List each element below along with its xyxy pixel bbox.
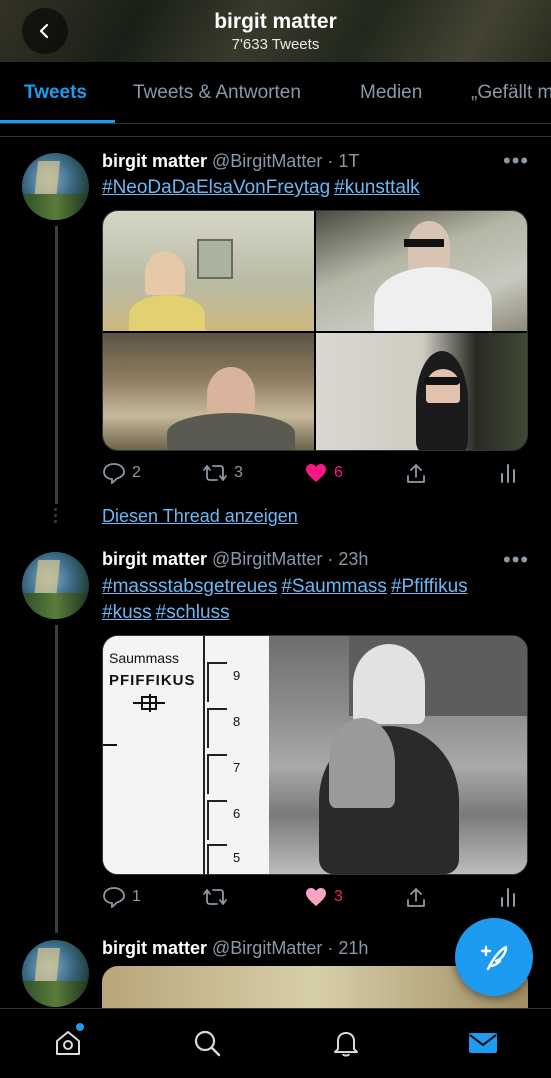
tweet-header: birgit matter @BirgitMatter · 21h bbox=[102, 938, 368, 959]
media-image[interactable] bbox=[103, 333, 314, 450]
author-handle-time: @BirgitMatter · 23h bbox=[212, 549, 369, 569]
analytics-button[interactable] bbox=[498, 886, 518, 908]
avatar[interactable] bbox=[22, 153, 89, 220]
like-button[interactable]: 3 bbox=[304, 886, 343, 908]
tab-tweets-and-replies[interactable]: Tweets & Antworten bbox=[133, 82, 301, 104]
author-name[interactable]: birgit matter bbox=[102, 938, 207, 958]
thread-line bbox=[55, 625, 58, 933]
home-icon bbox=[56, 1031, 80, 1055]
tweet-text: #NeoDaDaElsaVonFreytag #kunsttalk bbox=[102, 175, 532, 201]
thread-dots bbox=[54, 508, 58, 526]
bell-icon bbox=[334, 1032, 358, 1057]
analytics-button[interactable] bbox=[498, 462, 518, 484]
nav-notifications[interactable] bbox=[330, 1027, 362, 1059]
like-button[interactable]: 6 bbox=[304, 462, 343, 484]
nav-home[interactable] bbox=[52, 1027, 84, 1059]
reply-count: 2 bbox=[132, 464, 141, 481]
tweet-header: birgit matter @BirgitMatter · 1T bbox=[102, 151, 359, 172]
hashtag-link[interactable]: #NeoDaDaElsaVonFreytag bbox=[102, 177, 330, 198]
ruler-number: 6 bbox=[233, 806, 241, 821]
tweet-actions: 1 3 bbox=[102, 886, 528, 912]
ruler-number: 9 bbox=[233, 668, 241, 683]
like-count: 3 bbox=[334, 888, 343, 905]
nav-messages[interactable] bbox=[467, 1027, 499, 1059]
tweet-media-image[interactable]: Saummass PFIFFIKUS 9 8 7 6 5 bbox=[102, 635, 528, 875]
retweet-button[interactable]: 3 bbox=[202, 462, 243, 484]
retweet-button[interactable] bbox=[202, 886, 234, 908]
analytics-icon bbox=[501, 464, 515, 483]
notification-badge bbox=[76, 1023, 84, 1031]
author-name[interactable]: birgit matter bbox=[102, 549, 207, 569]
like-count: 6 bbox=[334, 464, 343, 481]
tab-likes[interactable]: „Gefällt mir“-Angaben bbox=[471, 82, 551, 104]
ruler-number: 7 bbox=[233, 760, 241, 775]
share-button[interactable] bbox=[404, 886, 428, 910]
reply-count: 1 bbox=[132, 888, 141, 905]
profile-header: birgit matter 7'633 Tweets bbox=[0, 0, 551, 62]
tab-tweets[interactable]: Tweets bbox=[24, 82, 87, 104]
compose-tweet-button[interactable] bbox=[455, 918, 533, 996]
bottom-navigation bbox=[0, 1008, 551, 1078]
tab-media[interactable]: Medien bbox=[360, 82, 422, 104]
hashtag-link[interactable]: #Saummass bbox=[281, 576, 387, 597]
reply-icon bbox=[103, 887, 125, 908]
compose-tweet-icon bbox=[480, 945, 508, 971]
retweet-icon bbox=[203, 465, 227, 481]
mail-icon bbox=[469, 1033, 497, 1053]
ruler-number: 8 bbox=[233, 714, 241, 729]
profile-tabs: Tweets Tweets & Antworten Medien „Gefäll… bbox=[0, 62, 551, 124]
reply-icon bbox=[103, 463, 125, 484]
tweet-text: #massstabsgetreues #Saummass #Pfiffikus #k… bbox=[102, 574, 532, 626]
reply-button[interactable]: 1 bbox=[102, 886, 141, 908]
tweet-actions: 2 3 6 bbox=[102, 462, 528, 488]
ruler-image: Saummass PFIFFIKUS 9 8 7 6 5 bbox=[103, 636, 269, 874]
hashtag-link[interactable]: #kuss bbox=[102, 602, 152, 623]
retweet-count: 3 bbox=[234, 464, 243, 481]
media-label: Saummass bbox=[109, 650, 180, 666]
retweet-icon bbox=[203, 889, 227, 905]
hashtag-link[interactable]: #schluss bbox=[156, 602, 230, 623]
analytics-icon bbox=[501, 888, 515, 907]
author-name[interactable]: birgit matter bbox=[102, 151, 207, 171]
divider bbox=[0, 136, 551, 137]
heart-icon bbox=[306, 888, 326, 906]
author-handle-time: @BirgitMatter · 21h bbox=[212, 938, 369, 958]
author-handle-time: @BirgitMatter · 1T bbox=[212, 151, 360, 171]
tweet-count: 7'633 Tweets bbox=[231, 36, 320, 53]
photo-child-with-kitten bbox=[269, 636, 527, 874]
tweet-header: birgit matter @BirgitMatter · 23h bbox=[102, 549, 368, 570]
hashtag-link[interactable]: #kunsttalk bbox=[334, 177, 420, 198]
media-label: PFIFFIKUS bbox=[109, 672, 196, 689]
hashtag-link[interactable]: #massstabsgetreues bbox=[102, 576, 277, 597]
active-tab-indicator bbox=[0, 120, 115, 123]
media-image[interactable] bbox=[316, 211, 527, 331]
search-icon bbox=[194, 1030, 221, 1057]
avatar[interactable] bbox=[22, 552, 89, 619]
thread-line bbox=[55, 226, 58, 504]
more-options-icon[interactable]: ••• bbox=[503, 148, 529, 174]
nav-search[interactable] bbox=[191, 1027, 223, 1059]
avatar[interactable] bbox=[22, 940, 89, 1007]
share-icon bbox=[407, 888, 425, 907]
ruler-number: 5 bbox=[233, 850, 241, 865]
heart-icon bbox=[306, 464, 326, 482]
profile-name: birgit matter bbox=[214, 10, 337, 33]
media-image[interactable] bbox=[316, 333, 527, 450]
reply-button[interactable]: 2 bbox=[102, 462, 141, 484]
more-options-icon[interactable]: ••• bbox=[503, 547, 529, 573]
share-button[interactable] bbox=[404, 462, 428, 486]
show-thread-link[interactable]: Diesen Thread anzeigen bbox=[102, 506, 298, 527]
hashtag-link[interactable]: #Pfiffikus bbox=[391, 576, 468, 597]
share-icon bbox=[407, 464, 425, 483]
media-image[interactable] bbox=[103, 211, 314, 331]
tweet-media-grid[interactable] bbox=[102, 210, 528, 451]
